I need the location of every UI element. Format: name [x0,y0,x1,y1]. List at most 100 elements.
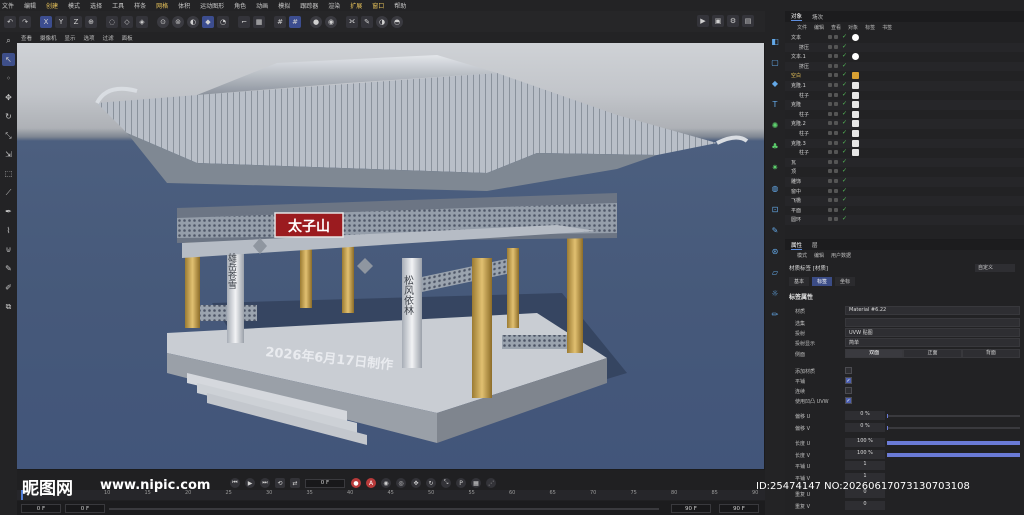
enabled-check-icon[interactable]: ✓ [842,62,847,69]
enabled-check-icon[interactable]: ✓ [842,81,847,88]
brush-icon[interactable]: ⌇ [2,224,15,237]
soft-select-icon[interactable]: ● [310,15,322,28]
repeat-v-field[interactable]: 0 [845,501,885,510]
render-region-icon[interactable]: ▤ [742,15,754,27]
current-frame-field[interactable]: 0 F [305,478,345,488]
visibility-flags[interactable] [828,159,840,164]
visibility-flags[interactable] [828,130,840,135]
enabled-check-icon[interactable]: ✓ [842,148,847,155]
model-mode-icon[interactable]: ⊙ [157,15,169,28]
keyframe-icon[interactable]: ◉ [381,478,391,488]
om-menu-item-1[interactable]: 编辑 [814,24,824,31]
object-row[interactable]: 雕饰 ✓ [785,176,1024,187]
enabled-check-icon[interactable]: ✓ [842,167,847,174]
menu-item-15[interactable]: 扩展 [350,1,362,10]
cube-icon[interactable]: ◆ [769,77,782,90]
object-row[interactable]: 挤压 ✓ [785,61,1024,72]
side-option-2[interactable]: 背面 [961,349,1020,358]
cloner-icon[interactable]: ♣ [769,140,782,153]
menu-item-16[interactable]: 窗口 [372,1,384,10]
visibility-flags[interactable] [828,121,840,126]
generator-icon[interactable]: ✺ [769,119,782,132]
attr-subtab-0[interactable]: 基本 [789,277,810,286]
menu-item-12[interactable]: 模拟 [278,1,290,10]
checkbox[interactable]: ✓ [845,397,852,404]
world-coord-icon[interactable]: ⊕ [85,15,97,28]
object-row[interactable]: 文本 ✓ [785,33,1024,43]
viewport-menu-item-2[interactable]: 显示 [65,34,76,42]
offset-v-field[interactable]: 0 % [845,423,885,432]
object-row[interactable]: 柱子 ✓ [785,91,1024,101]
object-row[interactable]: 顶 ✓ [785,167,1024,177]
visibility-flags[interactable] [828,92,840,97]
knife-icon[interactable]: ⟋ [2,186,15,199]
om-tab-0[interactable]: 对象 [791,12,803,21]
material-tag-icon[interactable] [852,149,859,157]
visibility-flags[interactable] [828,207,840,212]
enabled-check-icon[interactable]: ✓ [842,206,847,213]
material-tag-icon[interactable] [852,34,859,41]
om-menu-item-2[interactable]: 查看 [831,24,841,31]
axis-z-toggle[interactable]: Z [70,15,82,28]
offset-v-slider[interactable] [887,426,1020,430]
object-row[interactable]: 圆环 ✓ [785,215,1024,225]
render-picture-icon[interactable]: ▣ [712,15,724,27]
visibility-flags[interactable] [828,178,840,183]
workplane-icon[interactable]: # [289,15,301,28]
menu-item-0[interactable]: 文件 [2,1,14,10]
side-option-0[interactable]: 双面 [845,349,904,358]
attr-menu-item-0[interactable]: 模式 [797,252,807,259]
side-option-1[interactable]: 正面 [903,349,962,358]
material-tag-icon[interactable] [852,72,859,80]
pla-key-icon[interactable]: ▦ [471,478,481,488]
menu-item-11[interactable]: 动画 [256,1,268,10]
om-menu-item-0[interactable]: 文件 [797,24,807,31]
enabled-check-icon[interactable]: ✓ [842,91,847,98]
menu-item-1[interactable]: 编辑 [24,1,36,10]
3d-viewport[interactable]: 太子山 雄岳苍雪 松风依林 2026年6月17日制作 [17,43,764,469]
material-tag-icon[interactable] [852,91,859,99]
visibility-flags[interactable] [828,150,840,155]
menu-item-2[interactable]: 创建 [46,1,58,10]
enabled-check-icon[interactable]: ✓ [842,71,847,78]
om-menu-item-5[interactable]: 书签 [882,24,892,31]
end-frame-field[interactable]: 90 F [719,504,759,513]
redo-icon[interactable]: ↷ [19,15,31,28]
preview-start-field[interactable]: 0 F [65,504,105,513]
material-tag-icon[interactable] [852,120,859,128]
attr-menu-item-2[interactable]: 用户数据 [831,252,851,259]
spline-pen-icon[interactable]: ✒ [2,205,15,218]
attr-menu-item-1[interactable]: 编辑 [814,252,824,259]
projection-display-dropdown[interactable]: 简单 [845,338,1020,347]
loop-icon[interactable]: ⟲ [275,478,285,488]
object-row[interactable]: 文本.1 ✓ [785,52,1024,62]
enabled-check-icon[interactable]: ✓ [842,100,847,107]
grid-icon[interactable]: # [274,15,286,28]
menu-item-9[interactable]: 运动图形 [200,1,224,10]
object-mode-icon[interactable]: ◐ [187,15,199,28]
scale-icon[interactable]: ⤡ [2,129,15,142]
visibility-flags[interactable] [828,44,840,49]
render-settings-icon[interactable]: ◑ [376,15,388,28]
visibility-flags[interactable] [828,102,840,107]
om-menu-item-3[interactable]: 对象 [848,24,858,31]
material-tag-icon[interactable] [852,110,859,118]
viewport-menu-item-5[interactable]: 面板 [122,34,133,42]
edge-mode-icon[interactable]: ◇ [121,15,133,28]
enabled-check-icon[interactable]: ✓ [842,52,847,59]
visibility-flags[interactable] [828,82,840,87]
visibility-flags[interactable] [828,140,840,145]
enabled-check-icon[interactable]: ✓ [842,129,847,136]
viewport-menu-item-1[interactable]: 摄像机 [40,34,57,42]
range-icon[interactable]: ⇄ [290,478,300,488]
attr-subtab-1[interactable]: 标签 [812,277,833,286]
viewport-menu-item-3[interactable]: 选项 [84,34,95,42]
object-row[interactable]: 克隆.2 ✓ [785,119,1024,129]
light-icon[interactable]: ✎ [769,224,782,237]
material-tag-icon[interactable] [852,139,859,147]
magnet-icon[interactable]: ⊍ [2,243,15,256]
attr-tab-0[interactable]: 属性 [791,241,803,250]
object-row[interactable]: 克隆.1 ✓ [785,80,1024,91]
enabled-check-icon[interactable]: ✓ [842,119,847,126]
first-frame-icon[interactable]: ⏮ [230,478,240,488]
